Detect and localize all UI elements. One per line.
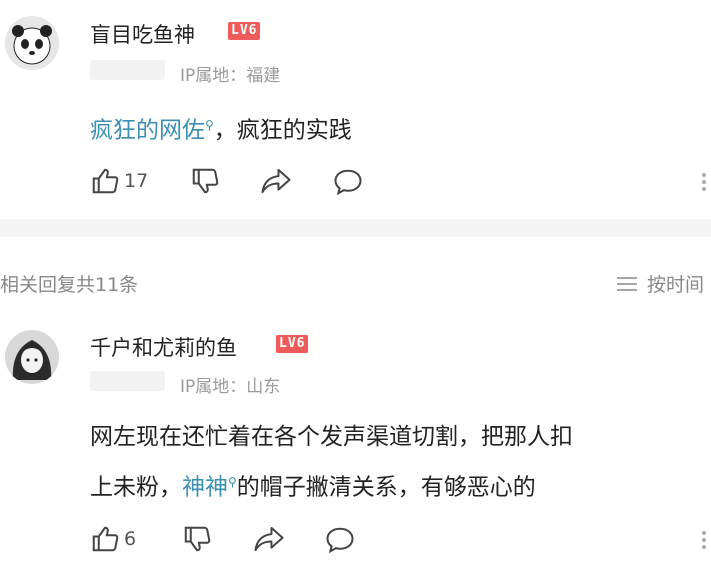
share-button[interactable]	[253, 525, 285, 557]
anime-girl-avatar-icon	[5, 330, 59, 384]
more-options-icon[interactable]	[702, 170, 708, 194]
sort-lines-icon	[617, 276, 637, 291]
share-icon	[261, 168, 291, 194]
sort-button[interactable]: 按时间	[616, 270, 704, 297]
comment-bubble-icon	[326, 527, 354, 554]
avatar[interactable]	[5, 330, 59, 384]
thumb-up-icon	[92, 168, 119, 194]
dislike-button[interactable]	[190, 166, 220, 200]
dislike-button[interactable]	[182, 524, 212, 558]
like-button[interactable]: 6	[90, 524, 136, 554]
level-badge: LV6	[276, 335, 309, 353]
thumb-down-icon	[192, 168, 219, 194]
like-count: 17	[124, 170, 149, 192]
sort-label: 按时间	[647, 274, 705, 296]
reply-button[interactable]	[325, 526, 355, 558]
avatar[interactable]	[5, 16, 59, 70]
like-button[interactable]: 17	[90, 166, 148, 196]
share-icon	[254, 526, 284, 552]
username[interactable]: 千户和尤莉的鱼	[90, 332, 237, 362]
topic-link[interactable]: 疯狂的网佐	[90, 118, 205, 144]
thumb-up-icon	[92, 526, 119, 552]
comment-bubble-icon	[334, 169, 362, 196]
search-icon[interactable]: ⚲	[205, 118, 214, 132]
thumb-down-icon	[184, 526, 211, 552]
panda-avatar-icon	[5, 16, 59, 70]
replies-count-label: 相关回复共11条	[0, 274, 139, 296]
hidden-info	[90, 60, 165, 80]
share-button[interactable]	[260, 167, 292, 199]
reply-button[interactable]	[333, 168, 363, 200]
like-count: 6	[124, 528, 137, 550]
hidden-info	[90, 371, 165, 391]
ip-location: IP属地：山东	[180, 377, 281, 397]
search-icon[interactable]: ⚲	[228, 475, 237, 489]
more-options-icon[interactable]	[702, 528, 708, 552]
username[interactable]: 盲目吃鱼神	[90, 19, 195, 49]
section-divider	[0, 219, 711, 237]
comment-content: 疯狂的网佐⚲，疯狂的实践	[90, 117, 352, 144]
level-badge: LV6	[228, 22, 261, 40]
comment-content: 网左现在还忙着在各个发声渠道切割，把那人扣 上未粉，神神⚲的帽子撇清关系，有够恶…	[90, 424, 573, 501]
ip-location: IP属地：福建	[180, 66, 281, 86]
topic-link[interactable]: 神神	[182, 475, 228, 501]
